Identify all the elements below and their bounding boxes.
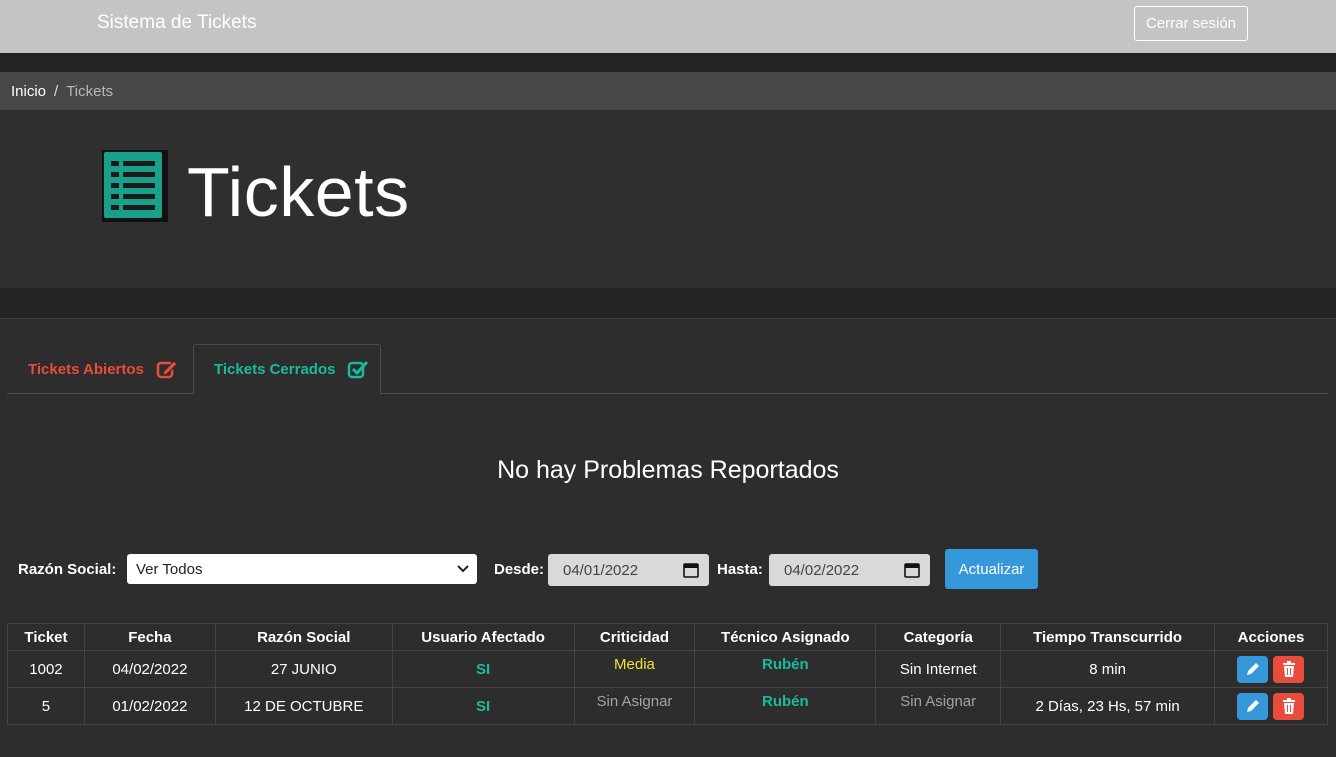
breadcrumb-current: Tickets [66, 82, 114, 100]
desde-date-input[interactable]: 04/01/2022 [548, 554, 709, 586]
cell-categoria: Sin Asignar [875, 687, 1002, 725]
cell-fecha: 04/02/2022 [83, 650, 216, 688]
logout-button[interactable]: Cerrar sesión [1134, 6, 1248, 41]
tab-tickets-cerrados[interactable]: Tickets Cerrados [193, 344, 381, 395]
column-header: Acciones [1213, 623, 1329, 651]
hasta-value: 04/02/2022 [784, 561, 860, 579]
pencil-icon [1246, 700, 1259, 712]
hasta-label: Hasta: [717, 561, 763, 578]
edit-button[interactable] [1237, 692, 1269, 720]
table-row[interactable]: 1002 04/02/2022 27 JUNIO SI Media Rubén … [7, 650, 1329, 688]
column-header[interactable]: Fecha [83, 623, 216, 651]
cell-usuario-afectado: SI [391, 687, 575, 725]
page-header: Tickets [0, 110, 1336, 288]
pencil-icon [1246, 663, 1259, 675]
cell-acciones [1213, 650, 1329, 688]
tickets-table: Ticket Fecha Razón Social Usuario Afecta… [7, 623, 1329, 725]
table-header-row: Ticket Fecha Razón Social Usuario Afecta… [7, 623, 1329, 651]
cell-fecha: 01/02/2022 [83, 687, 216, 725]
cell-tecnico: Rubén [694, 687, 877, 725]
ticket-tabs: Tickets Abiertos Tickets Cerrados [7, 344, 1328, 395]
navbar-spacer [0, 53, 1336, 72]
desde-value: 04/01/2022 [563, 561, 639, 579]
razon-social-label: Razón Social: [18, 561, 117, 578]
column-header[interactable]: Técnico Asignado [694, 623, 877, 651]
tecnico-value: Rubén [762, 655, 809, 673]
cell-tiempo: 8 min [1000, 650, 1215, 688]
column-header[interactable]: Tiempo Transcurrido [1000, 623, 1215, 651]
cell-razon-social: 12 DE OCTUBRE [214, 687, 393, 725]
chevron-down-icon [457, 565, 469, 573]
cell-razon-social: 27 JUNIO [214, 650, 393, 688]
tab-label: Tickets Abiertos [28, 360, 144, 378]
razon-social-value: Ver Todos [136, 560, 203, 578]
calendar-icon[interactable] [683, 562, 699, 578]
column-header[interactable]: Ticket [7, 623, 85, 651]
edit-icon [156, 360, 178, 379]
update-button[interactable]: Actualizar [945, 549, 1038, 589]
column-header[interactable]: Razón Social [214, 623, 393, 651]
cell-tecnico: Rubén [694, 650, 877, 688]
criticidad-value: Media [614, 655, 655, 673]
column-header[interactable]: Categoría [875, 623, 1002, 651]
cell-criticidad: Media [573, 650, 696, 688]
edit-button[interactable] [1237, 655, 1269, 683]
categoria-value: Sin Asignar [900, 692, 977, 710]
top-navbar: Sistema de Tickets Cerrar sesión [0, 0, 1336, 53]
breadcrumb-separator: / [54, 82, 59, 100]
calendar-icon[interactable] [904, 562, 920, 578]
page-title: Tickets [187, 153, 410, 231]
cell-ticket: 5 [7, 687, 85, 725]
delete-button[interactable] [1273, 655, 1305, 683]
brand-title[interactable]: Sistema de Tickets [97, 12, 256, 34]
check-square-icon [348, 360, 369, 378]
cell-categoria: Sin Internet [875, 650, 1002, 688]
column-header[interactable]: Criticidad [573, 623, 696, 651]
tecnico-value: Rubén [762, 692, 809, 710]
breadcrumb: Inicio / Tickets [0, 72, 1336, 110]
cell-criticidad: Sin Asignar [573, 687, 696, 725]
cell-tiempo: 2 Días, 23 Hs, 57 min [1000, 687, 1215, 725]
breadcrumb-home-link[interactable]: Inicio [11, 83, 46, 100]
header-spacer [0, 288, 1336, 319]
cell-ticket: 1002 [7, 650, 85, 688]
table-row[interactable]: 5 01/02/2022 12 DE OCTUBRE SI Sin Asigna… [7, 687, 1329, 725]
column-header[interactable]: Usuario Afectado [391, 623, 575, 651]
cell-acciones [1213, 687, 1329, 725]
tab-label: Tickets Cerrados [214, 361, 336, 378]
cell-usuario-afectado: SI [391, 650, 575, 688]
desde-label: Desde: [494, 561, 545, 578]
criticidad-value: Sin Asignar [596, 692, 673, 710]
trash-icon [1282, 661, 1295, 677]
empty-message: No hay Problemas Reportados [497, 456, 839, 484]
tab-tickets-abiertos[interactable]: Tickets Abiertos [28, 344, 178, 394]
list-icon [102, 150, 168, 222]
delete-button[interactable] [1273, 692, 1305, 720]
hasta-date-input[interactable]: 04/02/2022 [769, 554, 930, 586]
trash-icon [1282, 698, 1295, 714]
razon-social-select[interactable]: Ver Todos [127, 554, 477, 584]
